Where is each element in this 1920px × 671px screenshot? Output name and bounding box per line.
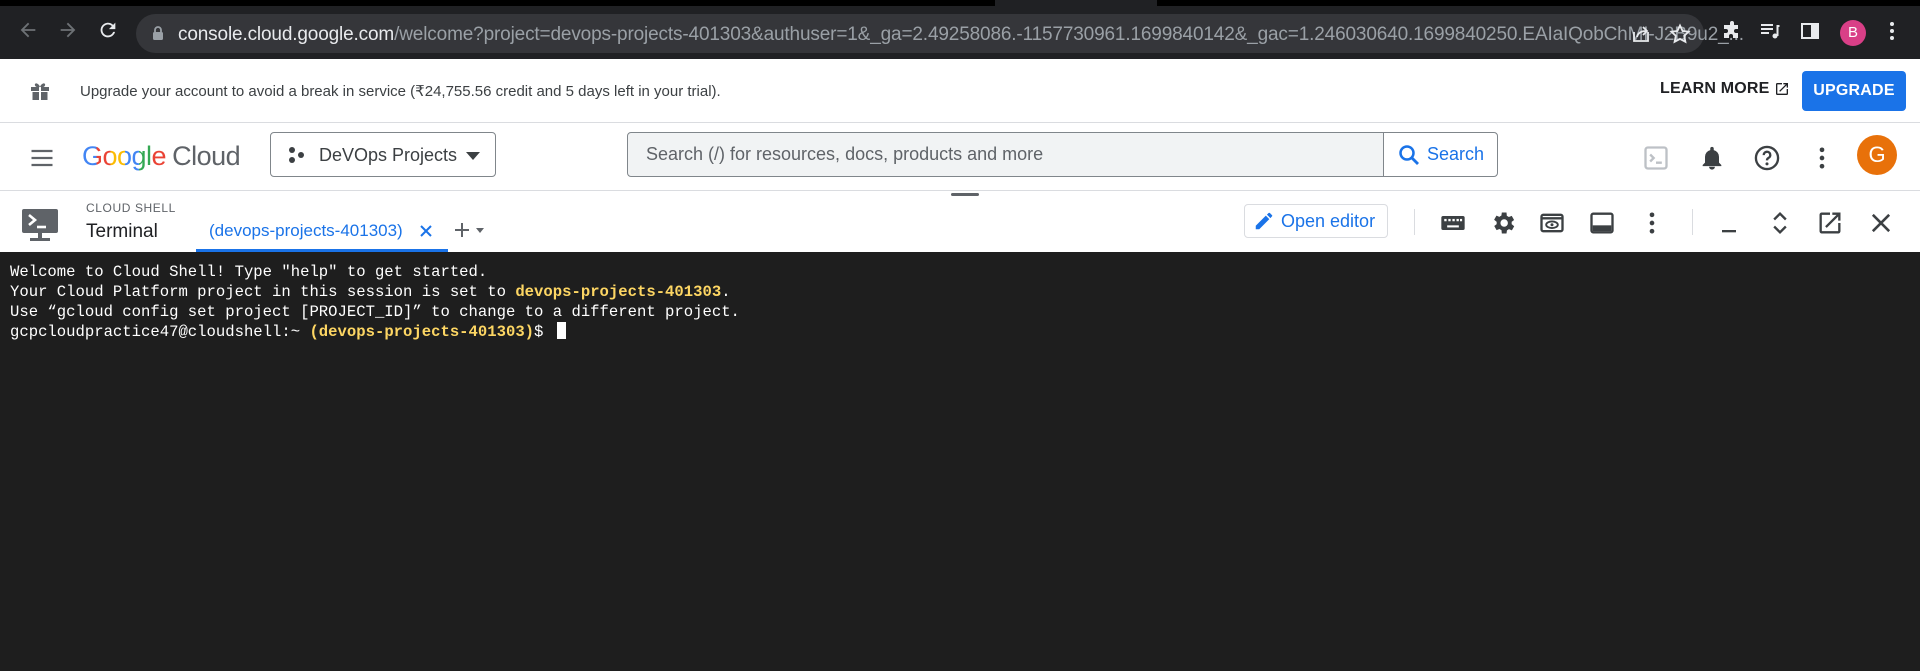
terminal-session-tab[interactable]: (devops-projects-401303): [196, 211, 448, 252]
search-button-label: Search: [1426, 144, 1485, 164]
url-path: /welcome?project=devops-projects-401303&…: [394, 24, 1744, 45]
reload-icon: [100, 22, 116, 38]
project-name: DeVOps Projects: [319, 145, 458, 165]
tab-strip-edge-left: [0, 0, 995, 6]
google-cloud-logo[interactable]: Google Cloud: [82, 141, 241, 172]
caret-down-icon: [466, 152, 480, 160]
back-button[interactable]: [14, 16, 42, 44]
help-icon[interactable]: [1753, 144, 1781, 172]
drag-grip[interactable]: [951, 193, 979, 196]
cloud-shell-icon[interactable]: [1642, 144, 1670, 172]
arrow-right-icon: [60, 22, 76, 38]
cloud-shell-title: Terminal: [86, 221, 158, 242]
prompt-symbol: $: [534, 323, 553, 341]
browser-menu-icon[interactable]: [1880, 19, 1904, 43]
terminal-tab-label: (devops-projects-401303): [209, 221, 403, 240]
account-avatar[interactable]: G: [1857, 135, 1897, 175]
terminal-line: Welcome to Cloud Shell! Type "help" to g…: [10, 263, 488, 281]
url-text[interactable]: console.cloud.google.com/welcome?project…: [178, 24, 1753, 46]
open-new-window-icon[interactable]: [1816, 209, 1844, 237]
prompt-project: (devops-projects-401303): [309, 323, 535, 341]
project-picker[interactable]: DeVOps Projects: [270, 132, 496, 177]
terminal-cursor: [556, 322, 566, 339]
terminal-text: Your Cloud Platform project in this sess…: [10, 283, 516, 301]
more-vert-icon[interactable]: [1808, 144, 1836, 172]
address-bar[interactable]: console.cloud.google.com/welcome?project…: [136, 14, 1744, 53]
open-editor-label: Open editor: [1281, 210, 1376, 231]
layout-panel-icon[interactable]: [1588, 209, 1616, 237]
logo-google-wordmark: Google: [82, 141, 167, 171]
notifications-bell-icon[interactable]: [1698, 144, 1726, 172]
external-link-icon: [1775, 83, 1788, 95]
cloud-shell-label: CLOUD SHELL: [86, 201, 176, 215]
browser-toolbar: console.cloud.google.com/welcome?project…: [0, 0, 1920, 59]
extensions-puzzle-icon[interactable]: [1720, 19, 1744, 43]
share-icon[interactable]: [1629, 22, 1653, 46]
url-host: console.cloud.google.com: [178, 24, 395, 45]
learn-more-label: LEARN MORE: [1660, 80, 1770, 97]
side-panel-icon[interactable]: [1798, 19, 1822, 43]
tab-strip-edge-right: [1157, 0, 1920, 6]
close-tab-icon[interactable]: [416, 221, 436, 241]
browser-profile-avatar[interactable]: B: [1840, 20, 1866, 46]
more-options-icon[interactable]: [1638, 209, 1666, 237]
search-input[interactable]: [628, 133, 1383, 176]
cloud-shell-terminal-icon: [22, 209, 58, 241]
search-icon: [1399, 144, 1419, 165]
cloud-shell-resize-handle[interactable]: [0, 191, 1920, 199]
open-editor-button[interactable]: Open editor: [1244, 204, 1388, 238]
minimize-icon[interactable]: [1715, 209, 1743, 237]
pencil-icon: [1255, 212, 1273, 230]
settings-gear-icon[interactable]: [1489, 209, 1517, 237]
toolbar-divider: [1692, 209, 1693, 235]
learn-more-link[interactable]: LEARN MORE: [1660, 80, 1790, 98]
terminal-line: Use “gcloud config set project [PROJECT_…: [10, 303, 740, 321]
trial-banner: Upgrade your account to avoid a break in…: [0, 59, 1920, 123]
logo-cloud-wordmark: Cloud: [172, 141, 241, 171]
web-preview-icon[interactable]: [1538, 209, 1566, 237]
terminal-prompt[interactable]: gcpcloudpractice47@cloudshell:~ (devops-…: [10, 322, 1910, 342]
media-queue-icon[interactable]: [1758, 19, 1782, 43]
search-box[interactable]: Search: [627, 132, 1498, 177]
add-session-button[interactable]: [452, 219, 492, 241]
hamburger-menu-icon[interactable]: [28, 144, 56, 172]
prompt-user: gcpcloudpractice47@cloudshell:~: [10, 323, 310, 341]
lock-icon[interactable]: [150, 25, 166, 41]
toolbar-divider: [1414, 209, 1415, 235]
forward-button[interactable]: [54, 16, 82, 44]
terminal-line: Your Cloud Platform project in this sess…: [10, 282, 1910, 302]
caret-down-icon: [476, 228, 484, 233]
terminal-output[interactable]: Welcome to Cloud Shell! Type "help" to g…: [0, 252, 1920, 671]
search-button[interactable]: Search: [1383, 133, 1497, 176]
terminal-text: .: [721, 283, 731, 301]
gift-icon: [31, 83, 49, 100]
terminal-project-id: devops-projects-401303: [515, 283, 722, 301]
bookmark-star-icon[interactable]: [1668, 22, 1692, 46]
project-hierarchy-icon: [289, 147, 304, 163]
keyboard-icon[interactable]: [1439, 209, 1467, 237]
arrow-left-icon: [20, 22, 36, 38]
trial-banner-text: Upgrade your account to avoid a break in…: [80, 83, 721, 100]
upgrade-button[interactable]: UPGRADE: [1802, 71, 1906, 111]
reload-button[interactable]: [94, 16, 122, 44]
maximize-expand-icon[interactable]: [1766, 209, 1794, 237]
console-header: GoogleCloud DeVOps Projects Search G: [0, 123, 1920, 191]
plus-icon: [455, 223, 469, 237]
cloud-shell-header: CLOUD SHELL Terminal (devops-projects-40…: [0, 199, 1920, 252]
close-icon[interactable]: [1867, 209, 1895, 237]
